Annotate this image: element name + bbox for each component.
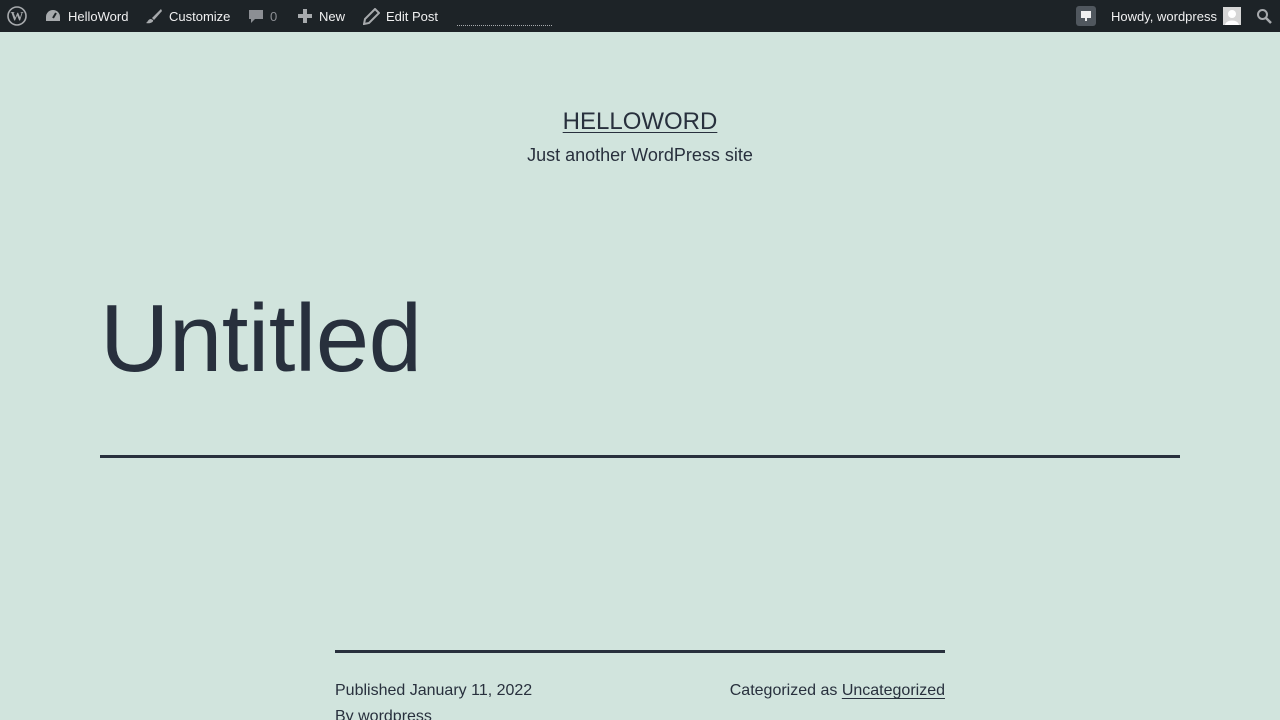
footer-separator [335, 650, 945, 653]
edit-post-link[interactable]: Edit Post [363, 0, 438, 32]
site-name-label: HelloWord [68, 8, 129, 24]
post-category: Categorized as Uncategorized [730, 682, 945, 700]
comments-count: 0 [270, 8, 278, 24]
search-icon [1256, 8, 1272, 24]
category-prefix: Categorized as [729, 682, 838, 699]
comment-bubble-icon [248, 8, 264, 24]
published-date: January 11, 2022 [409, 682, 533, 699]
by-prefix: By [335, 708, 354, 720]
site-name-menu[interactable]: HelloWord [44, 0, 128, 32]
author-link[interactable]: wordpress [358, 708, 432, 720]
new-label: New [319, 8, 346, 24]
site-description: Just another WordPress site [527, 145, 753, 165]
wordpress-logo-menu[interactable]: W [7, 0, 33, 32]
pencil-icon [363, 7, 380, 25]
site-title: HELLOWORD [0, 108, 1280, 136]
post-title: Untitled [100, 285, 422, 392]
notification-button[interactable] [1076, 0, 1096, 32]
notification-icon [1076, 6, 1096, 26]
my-account-menu[interactable]: Howdy, wordpress [1111, 0, 1241, 32]
search-button[interactable] [1256, 0, 1272, 32]
dashboard-icon [44, 7, 62, 25]
plus-icon [297, 8, 313, 24]
wordpress-logo-icon: W [7, 6, 27, 26]
new-content-menu[interactable]: New [297, 0, 345, 32]
admin-bar: W HelloWord Customize 0 New Edit Post Ho… [0, 0, 1280, 32]
site-title-link[interactable]: HELLOWORD [563, 108, 718, 135]
avatar [1222, 7, 1241, 25]
edit-post-label: Edit Post [386, 8, 439, 24]
title-separator [100, 455, 1180, 458]
comments-link[interactable]: 0 [248, 0, 277, 32]
svg-text:W: W [11, 9, 24, 24]
post-published: Published January 11, 2022 [335, 682, 532, 700]
admin-bar-dotted-separator [457, 25, 552, 26]
category-link[interactable]: Uncategorized [842, 682, 945, 699]
customize-link[interactable]: Customize [145, 0, 230, 32]
published-prefix: Published [335, 682, 406, 699]
paintbrush-icon [145, 7, 163, 25]
customize-label: Customize [169, 8, 231, 24]
howdy-label: Howdy, wordpress [1111, 8, 1217, 24]
post-byline: By wordpress [335, 708, 432, 720]
